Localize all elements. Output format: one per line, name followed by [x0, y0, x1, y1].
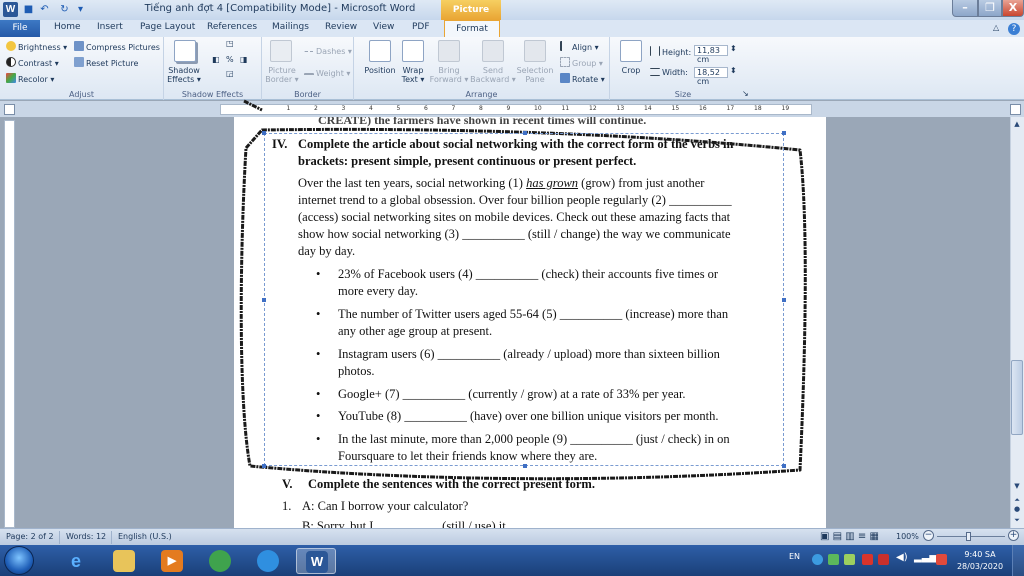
next-page-icon[interactable]: ⏷ — [1011, 514, 1023, 526]
page-count[interactable]: Page: 2 of 2 — [6, 532, 54, 541]
resize-handle[interactable] — [782, 131, 786, 135]
word-count[interactable]: Words: 12 — [66, 532, 106, 541]
taskbar-media-player[interactable]: ▶ — [152, 548, 192, 574]
taskbar-app[interactable] — [200, 548, 240, 574]
resize-handle[interactable] — [523, 131, 527, 135]
unikey-icon[interactable] — [878, 554, 889, 565]
internet-explorer-icon: e — [70, 551, 81, 571]
resize-handle[interactable] — [523, 464, 527, 468]
status-divider — [59, 531, 60, 544]
zoom-slider-knob[interactable] — [966, 532, 971, 541]
tray-icon-2[interactable] — [828, 554, 839, 565]
tray-icon-3[interactable] — [844, 554, 855, 565]
view-mode-icons[interactable]: ▣ ▤ ▥ ≡ ▦ — [820, 531, 879, 542]
status-divider — [111, 531, 112, 544]
scroll-up-icon[interactable]: ▲ — [1011, 118, 1023, 130]
volume-icon[interactable]: ◀) — [896, 552, 908, 563]
resize-handle[interactable] — [262, 464, 266, 468]
picture-selection-frame[interactable] — [262, 131, 786, 468]
taskbar-browser[interactable] — [248, 548, 288, 574]
clock-date[interactable]: 28/03/2020 — [956, 562, 1004, 571]
antivirus-icon[interactable] — [862, 554, 873, 565]
taskbar-microsoft-word[interactable]: W — [296, 548, 336, 574]
word-icon: W — [306, 551, 328, 573]
zoom-slider-track[interactable] — [937, 536, 1005, 537]
browser-icon — [257, 550, 279, 572]
resize-handle[interactable] — [262, 298, 266, 302]
media-player-icon: ▶ — [161, 550, 183, 572]
show-desktop-button[interactable] — [1012, 545, 1024, 576]
folder-icon — [113, 550, 135, 572]
action-center-icon[interactable] — [936, 554, 947, 565]
network-icon[interactable]: ▂▃▅ — [914, 552, 937, 563]
taskbar-internet-explorer[interactable]: e — [56, 548, 96, 574]
scrollbar-thumb[interactable] — [1011, 360, 1023, 435]
input-language[interactable]: EN — [789, 552, 800, 561]
resize-handle[interactable] — [262, 131, 266, 135]
vertical-scrollbar[interactable] — [1010, 117, 1024, 528]
tray-icon-1[interactable] — [812, 554, 823, 565]
scroll-down-icon[interactable]: ▼ — [1011, 480, 1023, 492]
green-app-icon — [209, 550, 231, 572]
zoom-level[interactable]: 100% — [896, 532, 919, 541]
status-bar: Page: 2 of 2 Words: 12 English (U.S.) ▣ … — [0, 528, 1024, 545]
resize-handle[interactable] — [782, 464, 786, 468]
start-button[interactable] — [4, 546, 34, 575]
taskbar-file-explorer[interactable] — [104, 548, 144, 574]
clock-time[interactable]: 9:40 SA — [960, 550, 1000, 559]
zoom-in-icon[interactable]: + — [1008, 530, 1019, 541]
zoom-out-icon[interactable]: − — [923, 530, 934, 541]
resize-handle[interactable] — [782, 298, 786, 302]
language-indicator[interactable]: English (U.S.) — [118, 532, 172, 541]
